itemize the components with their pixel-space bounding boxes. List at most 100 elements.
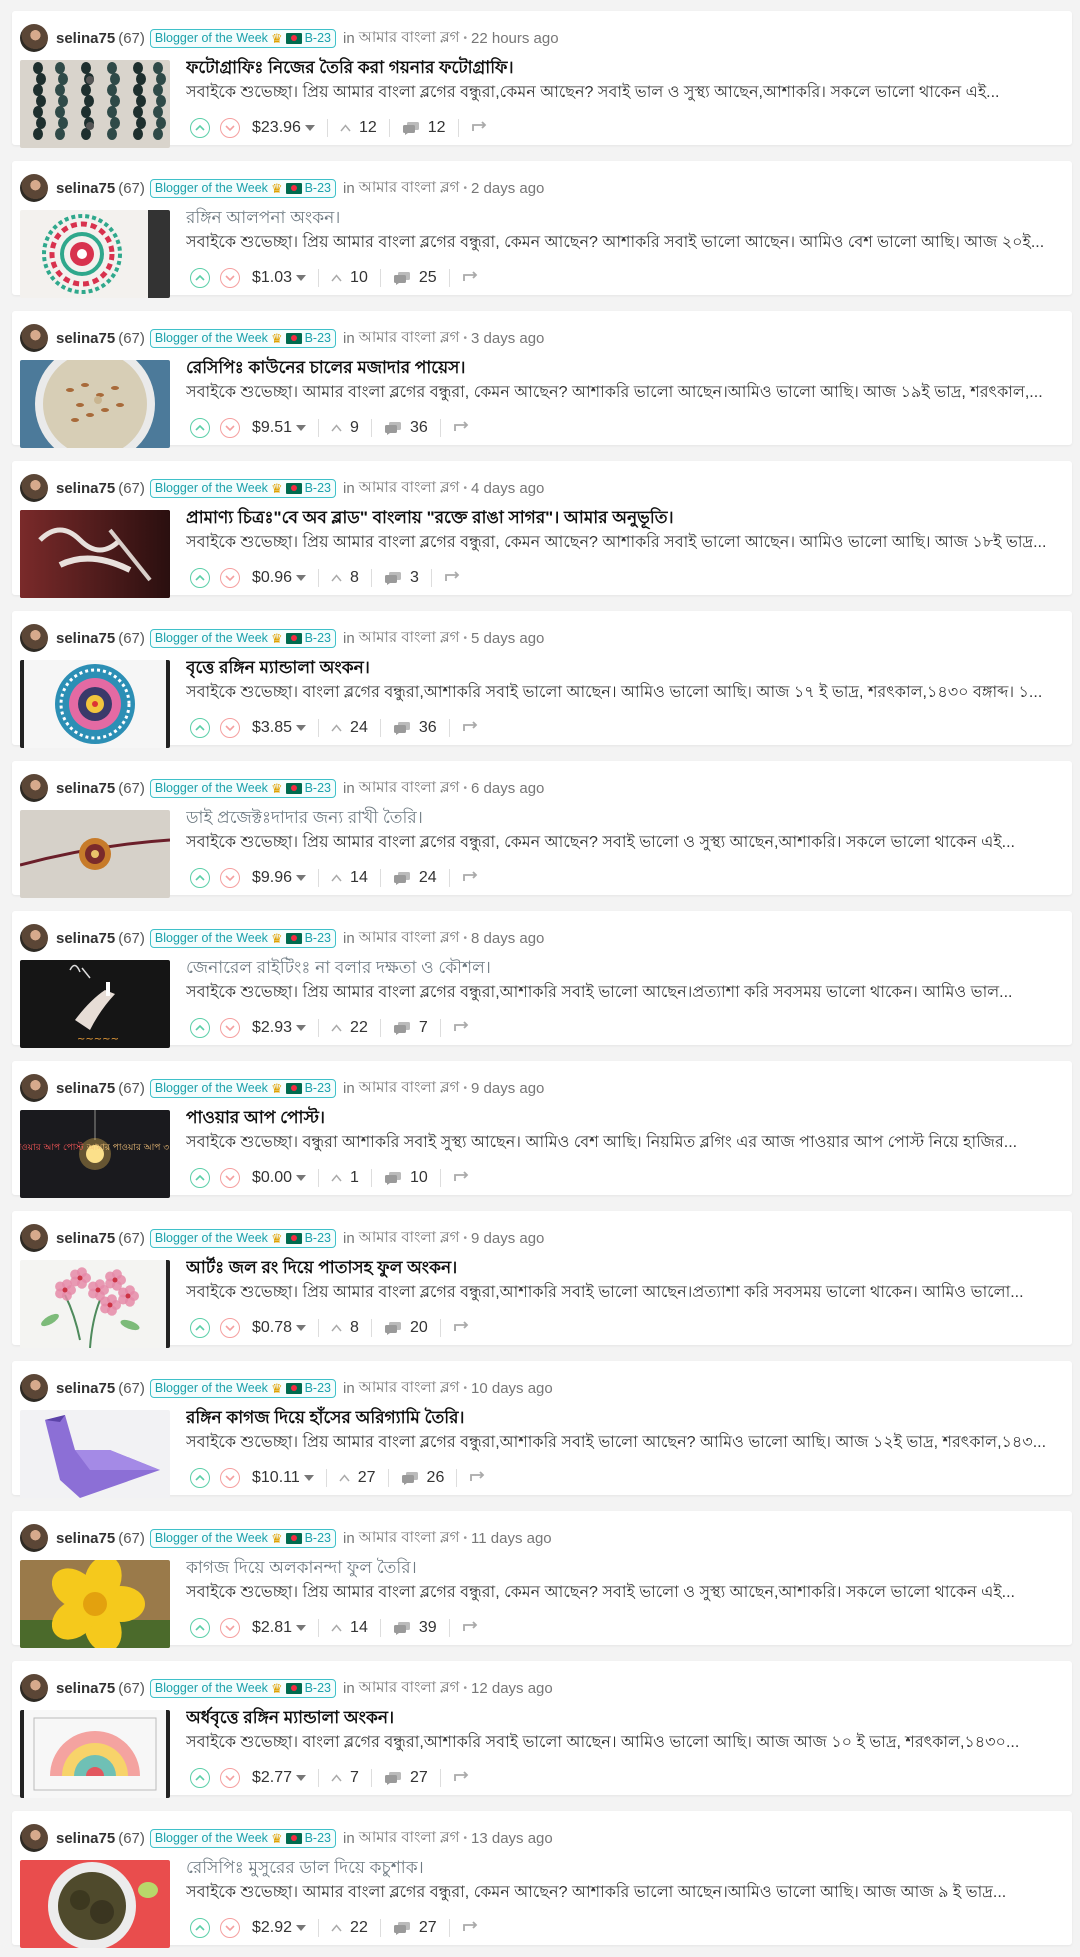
payout-dropdown-icon[interactable] — [296, 275, 307, 281]
author-avatar[interactable] — [20, 624, 48, 652]
post-time[interactable]: 5 days ago — [471, 630, 544, 647]
post-thumbnail[interactable] — [20, 1710, 170, 1798]
post-time[interactable]: 13 days ago — [471, 1830, 553, 1847]
post-excerpt[interactable]: সবাইকে শুভেচ্ছা। আমার বাংলা ব্লগের বন্ধু… — [186, 1881, 1062, 1905]
post-excerpt[interactable]: সবাইকে শুভেচ্ছা। প্রিয় আমার বাংলা ব্লগে… — [186, 231, 1062, 255]
author-name[interactable]: selina75 — [56, 180, 115, 197]
post-title[interactable]: রঙ্গিন কাগজ দিয়ে হাঁসের অরিগ্যামি তৈরি। — [186, 1405, 1064, 1431]
post-thumbnail[interactable] — [20, 810, 170, 898]
post-title[interactable]: পাওয়ার আপ পোস্ট। — [186, 1105, 1064, 1131]
payout-dropdown-icon[interactable] — [296, 575, 307, 581]
reblog-button[interactable] — [453, 1319, 471, 1338]
post-time[interactable]: 9 days ago — [471, 1080, 544, 1097]
author-name[interactable]: selina75 — [56, 1830, 115, 1847]
blogger-badge[interactable]: Blogger of the Week ♛ B-23 — [149, 1828, 336, 1848]
vote-count[interactable]: 8 — [331, 569, 359, 587]
payout-value[interactable]: $3.85 — [252, 719, 292, 737]
reblog-button[interactable] — [469, 1469, 487, 1488]
comment-count[interactable]: 20 — [384, 1319, 428, 1337]
post-thumbnail[interactable] — [20, 360, 170, 448]
payout-dropdown-icon[interactable] — [303, 1475, 314, 1481]
vote-count[interactable]: 1 — [331, 1169, 359, 1187]
upvote-button[interactable] — [190, 1918, 210, 1938]
payout-value[interactable]: $23.96 — [252, 119, 301, 137]
vote-count[interactable]: 27 — [339, 1469, 376, 1487]
blogger-badge[interactable]: Blogger of the Week ♛ B-23 — [149, 1078, 336, 1098]
reblog-button[interactable] — [471, 119, 489, 138]
author-avatar[interactable] — [20, 1524, 48, 1552]
upvote-button[interactable] — [190, 718, 210, 738]
comment-count[interactable]: 7 — [393, 1019, 428, 1037]
author-name[interactable]: selina75 — [56, 480, 115, 497]
blogger-badge[interactable]: Blogger of the Week ♛ B-23 — [149, 478, 336, 498]
payout-dropdown-icon[interactable] — [296, 1625, 307, 1631]
post-time[interactable]: 6 days ago — [471, 780, 544, 797]
vote-count[interactable]: 14 — [331, 1619, 368, 1637]
payout-value[interactable]: $0.00 — [252, 1169, 292, 1187]
reblog-button[interactable] — [462, 719, 480, 738]
post-time[interactable]: 10 days ago — [471, 1380, 553, 1397]
comment-count[interactable]: 36 — [393, 719, 437, 737]
post-thumbnail[interactable] — [20, 1560, 170, 1648]
author-avatar[interactable] — [20, 1824, 48, 1852]
downvote-button[interactable] — [220, 868, 240, 888]
payout-dropdown-icon[interactable] — [296, 1175, 307, 1181]
blogger-badge[interactable]: Blogger of the Week ♛ B-23 — [149, 1228, 336, 1248]
author-name[interactable]: selina75 — [56, 1530, 115, 1547]
downvote-button[interactable] — [220, 1768, 240, 1788]
downvote-button[interactable] — [220, 1618, 240, 1638]
payout-dropdown-icon[interactable] — [296, 1925, 307, 1931]
downvote-button[interactable] — [220, 118, 240, 138]
vote-count[interactable]: 9 — [331, 419, 359, 437]
post-title[interactable]: আর্টঃ জল রং দিয়ে পাতাসহ ফুল অংকন। — [186, 1255, 1064, 1281]
community-link[interactable]: আমার বাংলা ব্লগ — [359, 1076, 460, 1101]
author-name[interactable]: selina75 — [56, 630, 115, 647]
author-avatar[interactable] — [20, 324, 48, 352]
vote-count[interactable]: 22 — [331, 1019, 368, 1037]
upvote-button[interactable] — [190, 868, 210, 888]
post-title[interactable]: জেনারেল রাইটিংঃ না বলার দক্ষতা ও কৌশল। — [186, 955, 1064, 981]
author-avatar[interactable] — [20, 1074, 48, 1102]
payout-dropdown-icon[interactable] — [296, 725, 307, 731]
payout-dropdown-icon[interactable] — [304, 125, 315, 131]
upvote-button[interactable] — [190, 1168, 210, 1188]
community-link[interactable]: আমার বাংলা ব্লগ — [359, 626, 460, 651]
author-avatar[interactable] — [20, 1674, 48, 1702]
comment-count[interactable]: 10 — [384, 1169, 428, 1187]
post-title[interactable]: প্রামাণ্য চিত্রঃ"বে অব ব্লাড" বাংলায় "র… — [186, 505, 1064, 531]
upvote-button[interactable] — [190, 1468, 210, 1488]
upvote-button[interactable] — [190, 1018, 210, 1038]
reblog-button[interactable] — [444, 569, 462, 588]
post-thumbnail[interactable]: ~~~~~ — [20, 960, 170, 1048]
post-excerpt[interactable]: সবাইকে শুভেচ্ছা। বন্ধুরা আশাকরি সবাই সুস… — [186, 1131, 1062, 1155]
author-name[interactable]: selina75 — [56, 780, 115, 797]
blogger-badge[interactable]: Blogger of the Week ♛ B-23 — [149, 628, 336, 648]
downvote-button[interactable] — [220, 1468, 240, 1488]
comment-count[interactable]: 27 — [393, 1919, 437, 1937]
community-link[interactable]: আমার বাংলা ব্লগ — [359, 1826, 460, 1851]
author-avatar[interactable] — [20, 1224, 48, 1252]
vote-count[interactable]: 7 — [331, 1769, 359, 1787]
payout-value[interactable]: $2.77 — [252, 1769, 292, 1787]
community-link[interactable]: আমার বাংলা ব্লগ — [359, 1676, 460, 1701]
community-link[interactable]: আমার বাংলা ব্লগ — [359, 326, 460, 351]
community-link[interactable]: আমার বাংলা ব্লগ — [359, 26, 460, 51]
comment-count[interactable]: 12 — [402, 119, 446, 137]
vote-count[interactable]: 24 — [331, 719, 368, 737]
post-title[interactable]: ফটোগ্রাফিঃ নিজের তৈরি করা গয়নার ফটোগ্রা… — [186, 55, 1064, 81]
author-avatar[interactable] — [20, 774, 48, 802]
community-link[interactable]: আমার বাংলা ব্লগ — [359, 1376, 460, 1401]
reblog-button[interactable] — [453, 1019, 471, 1038]
post-excerpt[interactable]: সবাইকে শুভেচ্ছা। প্রিয় আমার বাংলা ব্লগে… — [186, 1431, 1062, 1455]
upvote-button[interactable] — [190, 418, 210, 438]
blogger-badge[interactable]: Blogger of the Week ♛ B-23 — [149, 28, 336, 48]
blogger-badge[interactable]: Blogger of the Week ♛ B-23 — [149, 1378, 336, 1398]
post-thumbnail[interactable] — [20, 1410, 170, 1498]
post-time[interactable]: 22 hours ago — [471, 30, 559, 47]
comment-count[interactable]: 25 — [393, 269, 437, 287]
community-link[interactable]: আমার বাংলা ব্লগ — [359, 176, 460, 201]
post-title[interactable]: ডাই প্রজেক্টঃদাদার জন্য রাখী তৈরি। — [186, 805, 1064, 831]
payout-value[interactable]: $1.03 — [252, 269, 292, 287]
post-excerpt[interactable]: সবাইকে শুভেচ্ছা। প্রিয় আমার বাংলা ব্লগে… — [186, 831, 1062, 855]
blogger-badge[interactable]: Blogger of the Week ♛ B-23 — [149, 1528, 336, 1548]
